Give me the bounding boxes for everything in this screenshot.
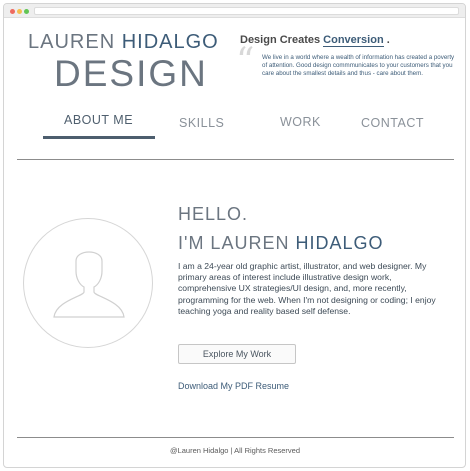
logo-design-word: DESIGN [54,53,208,94]
logo-first-name: LAUREN [28,31,116,53]
quote-text: We live in a world where a wealth of inf… [262,54,455,77]
intro-heading-strong: HIDALGO [295,233,384,253]
tagline: Design Creates Conversion . [240,34,390,47]
tagline-suffix: . [386,34,390,46]
intro-heading-light: I'M LAUREN [178,233,290,253]
close-window-dot[interactable] [10,9,15,14]
explore-work-button[interactable]: Explore My Work [178,344,296,364]
avatar [23,218,153,348]
nav-work[interactable]: WORK [280,115,321,129]
logo-name[interactable]: LAUREN HIDALGO [28,31,219,53]
browser-toolbar [4,4,465,18]
tagline-accent: Conversion [323,34,384,47]
nav-skills[interactable]: SKILLS [179,116,224,130]
nav-active-indicator [43,136,155,139]
hello-heading: HELLO. [178,204,249,224]
download-resume-link[interactable]: Download My PDF Resume [178,381,289,391]
footer-copyright: @Lauren Hidalgo | All Rights Reserved [169,446,301,455]
logo-last-name: HIDALGO [121,31,219,53]
nav-contact[interactable]: CONTACT [361,116,424,130]
quote-mark-icon: “ [236,41,255,82]
nav-about-me[interactable]: ABOUT ME [64,113,133,127]
user-silhouette-icon [53,251,125,318]
footer-divider [17,437,454,438]
header-divider [17,159,454,160]
bio-paragraph: I am a 24-year old graphic artist, illus… [178,261,436,316]
minimize-window-dot[interactable] [17,9,22,14]
address-bar[interactable] [34,7,459,15]
maximize-window-dot[interactable] [24,9,29,14]
intro-heading: I'M LAUREN HIDALGO [178,233,384,254]
